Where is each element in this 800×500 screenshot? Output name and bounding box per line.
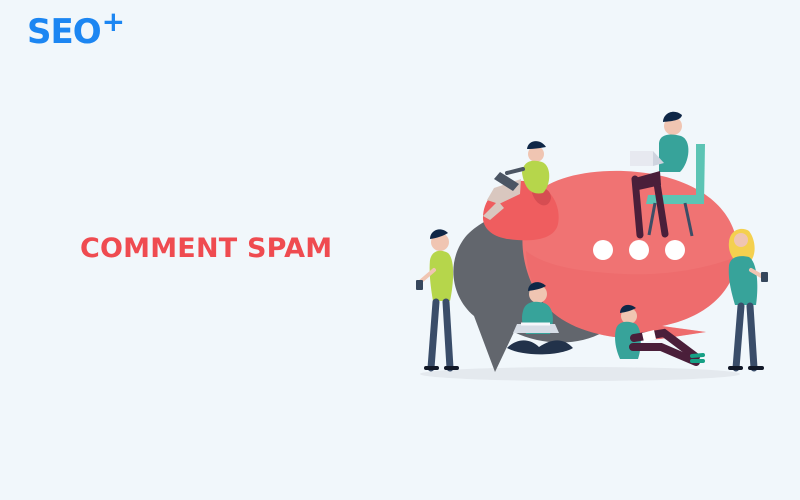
brand-name: SEO bbox=[27, 12, 102, 52]
person-on-beanbag bbox=[482, 141, 559, 241]
ground-shadow bbox=[420, 367, 740, 381]
brand-logo: SEO + bbox=[27, 8, 125, 52]
page-title: COMMENT SPAM bbox=[80, 233, 333, 264]
person-standing-with-phone-right bbox=[728, 228, 768, 372]
typing-dot-3 bbox=[665, 240, 685, 260]
typing-dot-1 bbox=[593, 240, 613, 260]
comment-spam-illustration bbox=[416, 111, 768, 381]
page-canvas: SEO + COMMENT SPAM bbox=[0, 0, 800, 500]
typing-dot-2 bbox=[629, 240, 649, 260]
person-standing-with-phone-left bbox=[416, 229, 459, 372]
typing-dots bbox=[593, 240, 685, 260]
brand-plus: + bbox=[101, 5, 125, 38]
